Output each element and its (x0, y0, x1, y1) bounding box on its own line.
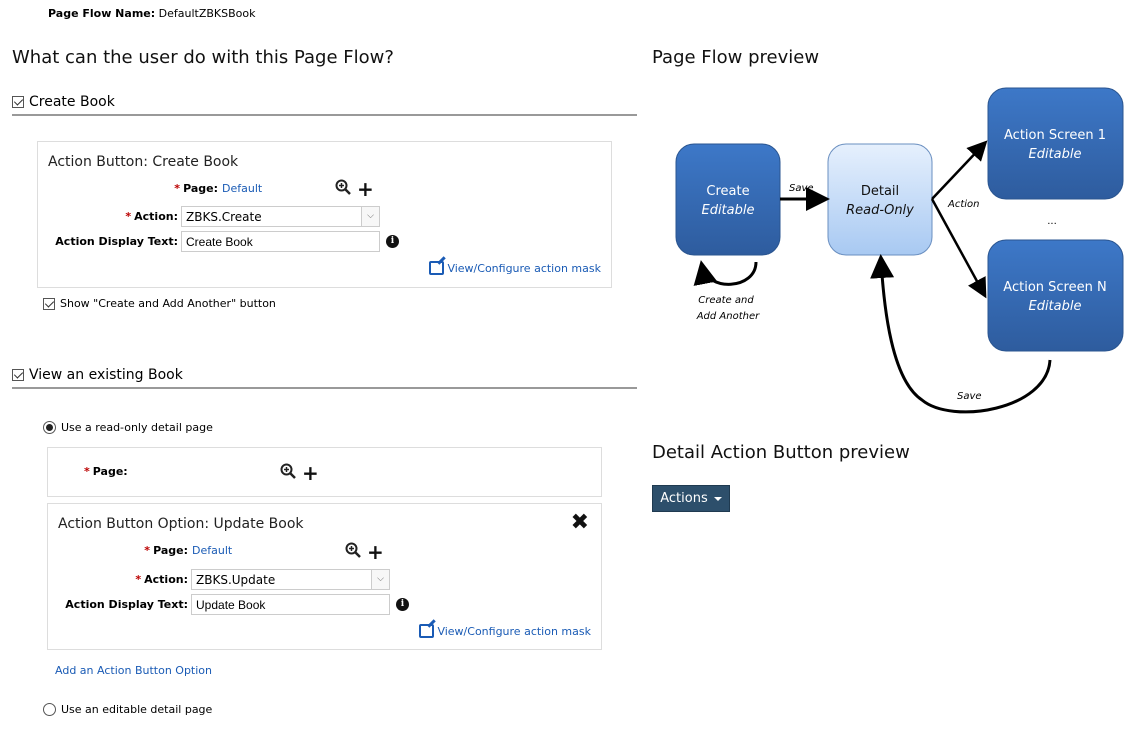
create-section-header[interactable]: Create Book (12, 94, 637, 116)
action-option-panel-title: Action Button Option: Update Book (58, 516, 304, 532)
node-action-screen-n: Action Screen N Editable (987, 239, 1124, 352)
add-page-plus-icon[interactable]: + (367, 542, 384, 562)
edge-create-another-label-2: Add Another (696, 311, 760, 322)
info-icon[interactable]: i (386, 235, 399, 248)
node-detail-title: Detail (861, 184, 899, 199)
action-option-panel: Action Button Option: Update Book ✖ * Pag… (47, 503, 602, 650)
actions-dropdown-button[interactable]: Actions (652, 485, 730, 512)
ellipsis-label: ... (1047, 216, 1057, 227)
view-section-label: View an existing Book (29, 367, 183, 383)
view-configure-mask-link[interactable]: View/Configure action mask (419, 624, 591, 638)
node-action-screen-1: Action Screen 1 Editable (987, 87, 1124, 200)
actions-button-label: Actions (660, 491, 708, 506)
action-display-text-label: Action Display Text: (65, 598, 188, 611)
page-default-link[interactable]: Default (192, 544, 232, 557)
page-flow-name-label: Page Flow Name: (48, 7, 156, 20)
edge-save-label: Save (789, 183, 814, 194)
show-create-another-checkbox[interactable] (43, 297, 55, 310)
radio-editable-option[interactable]: Use an editable detail page (43, 703, 212, 716)
edge-save-back-label: Save (957, 391, 982, 402)
node-detail-subtitle: Read-Only (846, 203, 914, 218)
action-label: * Action: (125, 210, 178, 223)
node-create: Create Editable (675, 143, 781, 256)
view-configure-mask-link[interactable]: View/Configure action mask (429, 261, 601, 275)
node-create-subtitle: Editable (701, 203, 754, 218)
edge-create-another (693, 260, 758, 286)
action-select[interactable]: ZBKS.Create ⌵ (181, 206, 380, 227)
radio-readonly-label: Use a read-only detail page (61, 421, 213, 434)
detail-button-preview-heading: Detail Action Button preview (652, 442, 910, 463)
radio-readonly[interactable] (43, 421, 56, 434)
lookup-zoom-icon[interactable] (345, 542, 361, 562)
chevron-down-icon[interactable]: ⌵ (361, 207, 379, 226)
action-select[interactable]: ZBKS.Update ⌵ (191, 569, 390, 590)
page-flow-preview-heading: Page Flow preview (652, 47, 820, 68)
show-create-another-label: Show "Create and Add Another" button (60, 297, 276, 310)
detail-page-panel: * Page: + (47, 447, 602, 497)
node-create-title: Create (706, 184, 749, 199)
page-flow-diagram: Create Editable Detail Read-Only Action … (675, 87, 1124, 414)
main-heading: What can the user do with this Page Flow… (12, 47, 394, 68)
chevron-down-icon[interactable]: ⌵ (371, 570, 389, 589)
edge-create-another-label-1: Create and (698, 295, 754, 306)
info-icon[interactable]: i (396, 598, 409, 611)
caret-down-icon (713, 496, 722, 501)
view-section-checkbox[interactable] (12, 369, 24, 381)
page-label: * Page: (144, 544, 188, 557)
create-section-checkbox[interactable] (12, 96, 24, 108)
page-default-link[interactable]: Default (222, 182, 262, 195)
page-flow-name: Page Flow Name: DefaultZBKSBook (48, 7, 256, 20)
radio-readonly-option[interactable]: Use a read-only detail page (43, 421, 213, 434)
add-page-plus-icon[interactable]: + (302, 463, 319, 483)
action-display-text-input[interactable] (181, 231, 380, 252)
view-section-header[interactable]: View an existing Book (12, 367, 637, 389)
edge-action-n (930, 198, 987, 299)
node-detail: Detail Read-Only (827, 143, 933, 256)
detail-page-label: * Page: (84, 465, 128, 478)
radio-editable[interactable] (43, 703, 56, 716)
node-action1-subtitle: Editable (1028, 147, 1081, 162)
edit-icon (419, 624, 435, 638)
edge-action-1 (931, 140, 988, 200)
action-display-text-label: Action Display Text: (55, 235, 178, 248)
action-label: * Action: (135, 573, 188, 586)
page-flow-name-value: DefaultZBKSBook (158, 7, 256, 20)
radio-editable-label: Use an editable detail page (61, 703, 213, 716)
node-action1-title: Action Screen 1 (1004, 128, 1106, 143)
page-label: * Page: (174, 182, 218, 195)
node-actionN-title: Action Screen N (1003, 280, 1106, 295)
lookup-zoom-icon[interactable] (335, 179, 351, 199)
node-actionN-subtitle: Editable (1028, 299, 1081, 314)
edge-action-label: Action (947, 199, 980, 210)
add-page-plus-icon[interactable]: + (357, 179, 374, 199)
create-action-panel-title: Action Button: Create Book (48, 154, 239, 170)
close-icon[interactable]: ✖ (571, 510, 589, 535)
create-action-panel: Action Button: Create Book * Page: Defaul… (37, 141, 612, 288)
action-display-text-input[interactable] (191, 594, 390, 615)
lookup-zoom-icon[interactable] (280, 463, 296, 483)
create-section-label: Create Book (29, 94, 115, 110)
show-create-another-option[interactable]: Show "Create and Add Another" button (43, 297, 276, 310)
add-action-button-option-link[interactable]: Add an Action Button Option (55, 664, 212, 677)
edit-icon (429, 261, 445, 275)
